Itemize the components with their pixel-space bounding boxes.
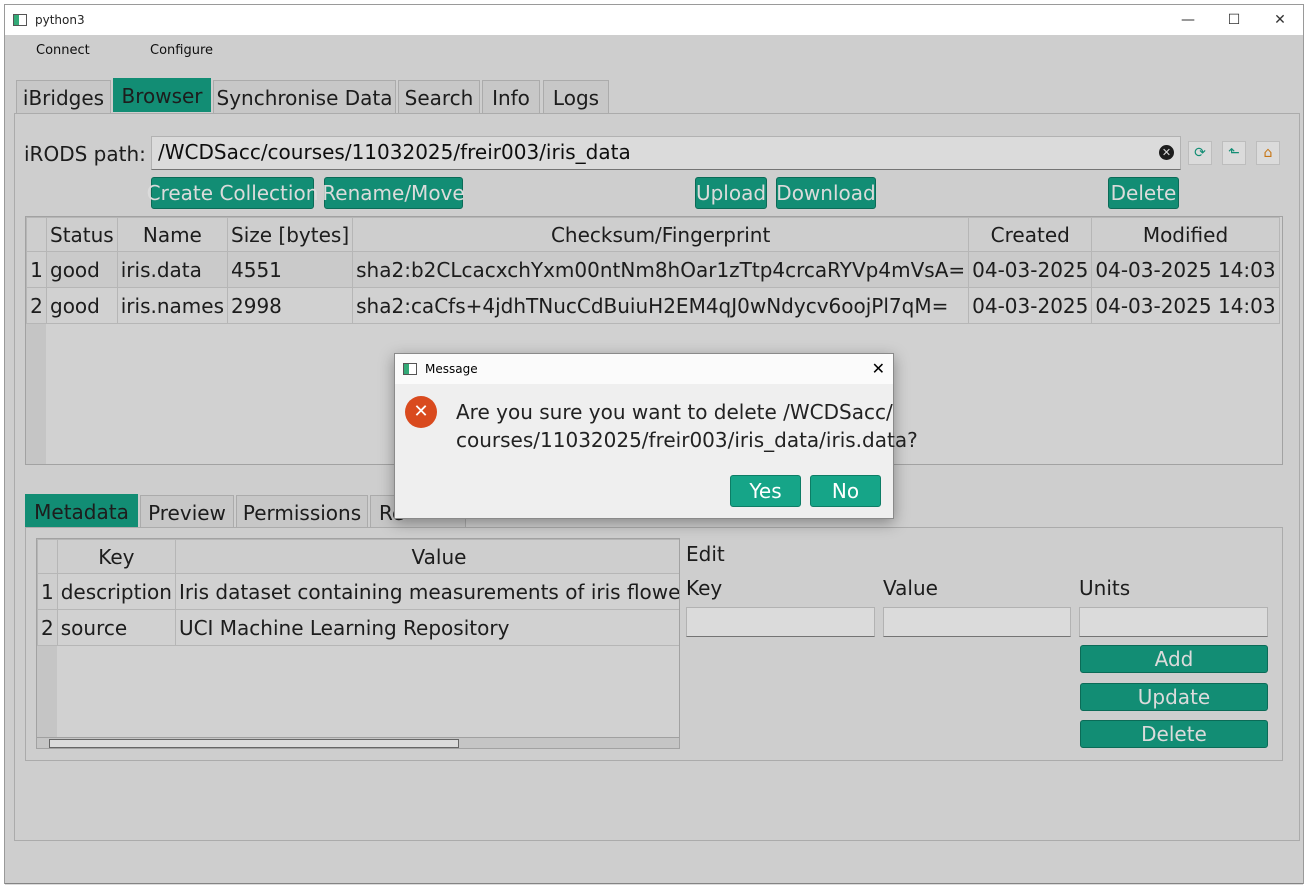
- window-title: python3: [35, 13, 85, 27]
- yes-button[interactable]: Yes: [730, 475, 801, 507]
- dialog-message-line: courses/11032025/freir003/iris_data/iris…: [456, 428, 918, 452]
- dialog-title-bar: Message ✕: [395, 354, 893, 384]
- dialog-message-line: Are you sure you want to delete /WCDSacc…: [456, 400, 893, 424]
- dialog-message: Are you sure you want to delete /WCDSacc…: [456, 398, 918, 454]
- close-icon[interactable]: ✕: [1257, 5, 1303, 35]
- title-bar: python3 — ☐ ✕: [5, 5, 1303, 35]
- python-app-icon: [13, 14, 27, 26]
- dialog-close-icon[interactable]: ✕: [872, 359, 885, 378]
- error-icon: ✕: [405, 396, 437, 428]
- python-app-icon: [403, 363, 417, 375]
- minimize-icon[interactable]: —: [1165, 5, 1211, 35]
- maximize-icon[interactable]: ☐: [1211, 5, 1257, 35]
- no-button[interactable]: No: [810, 475, 881, 507]
- confirm-delete-dialog: Message ✕ ✕ Are you sure you want to del…: [394, 353, 918, 519]
- dialog-title: Message: [425, 362, 478, 376]
